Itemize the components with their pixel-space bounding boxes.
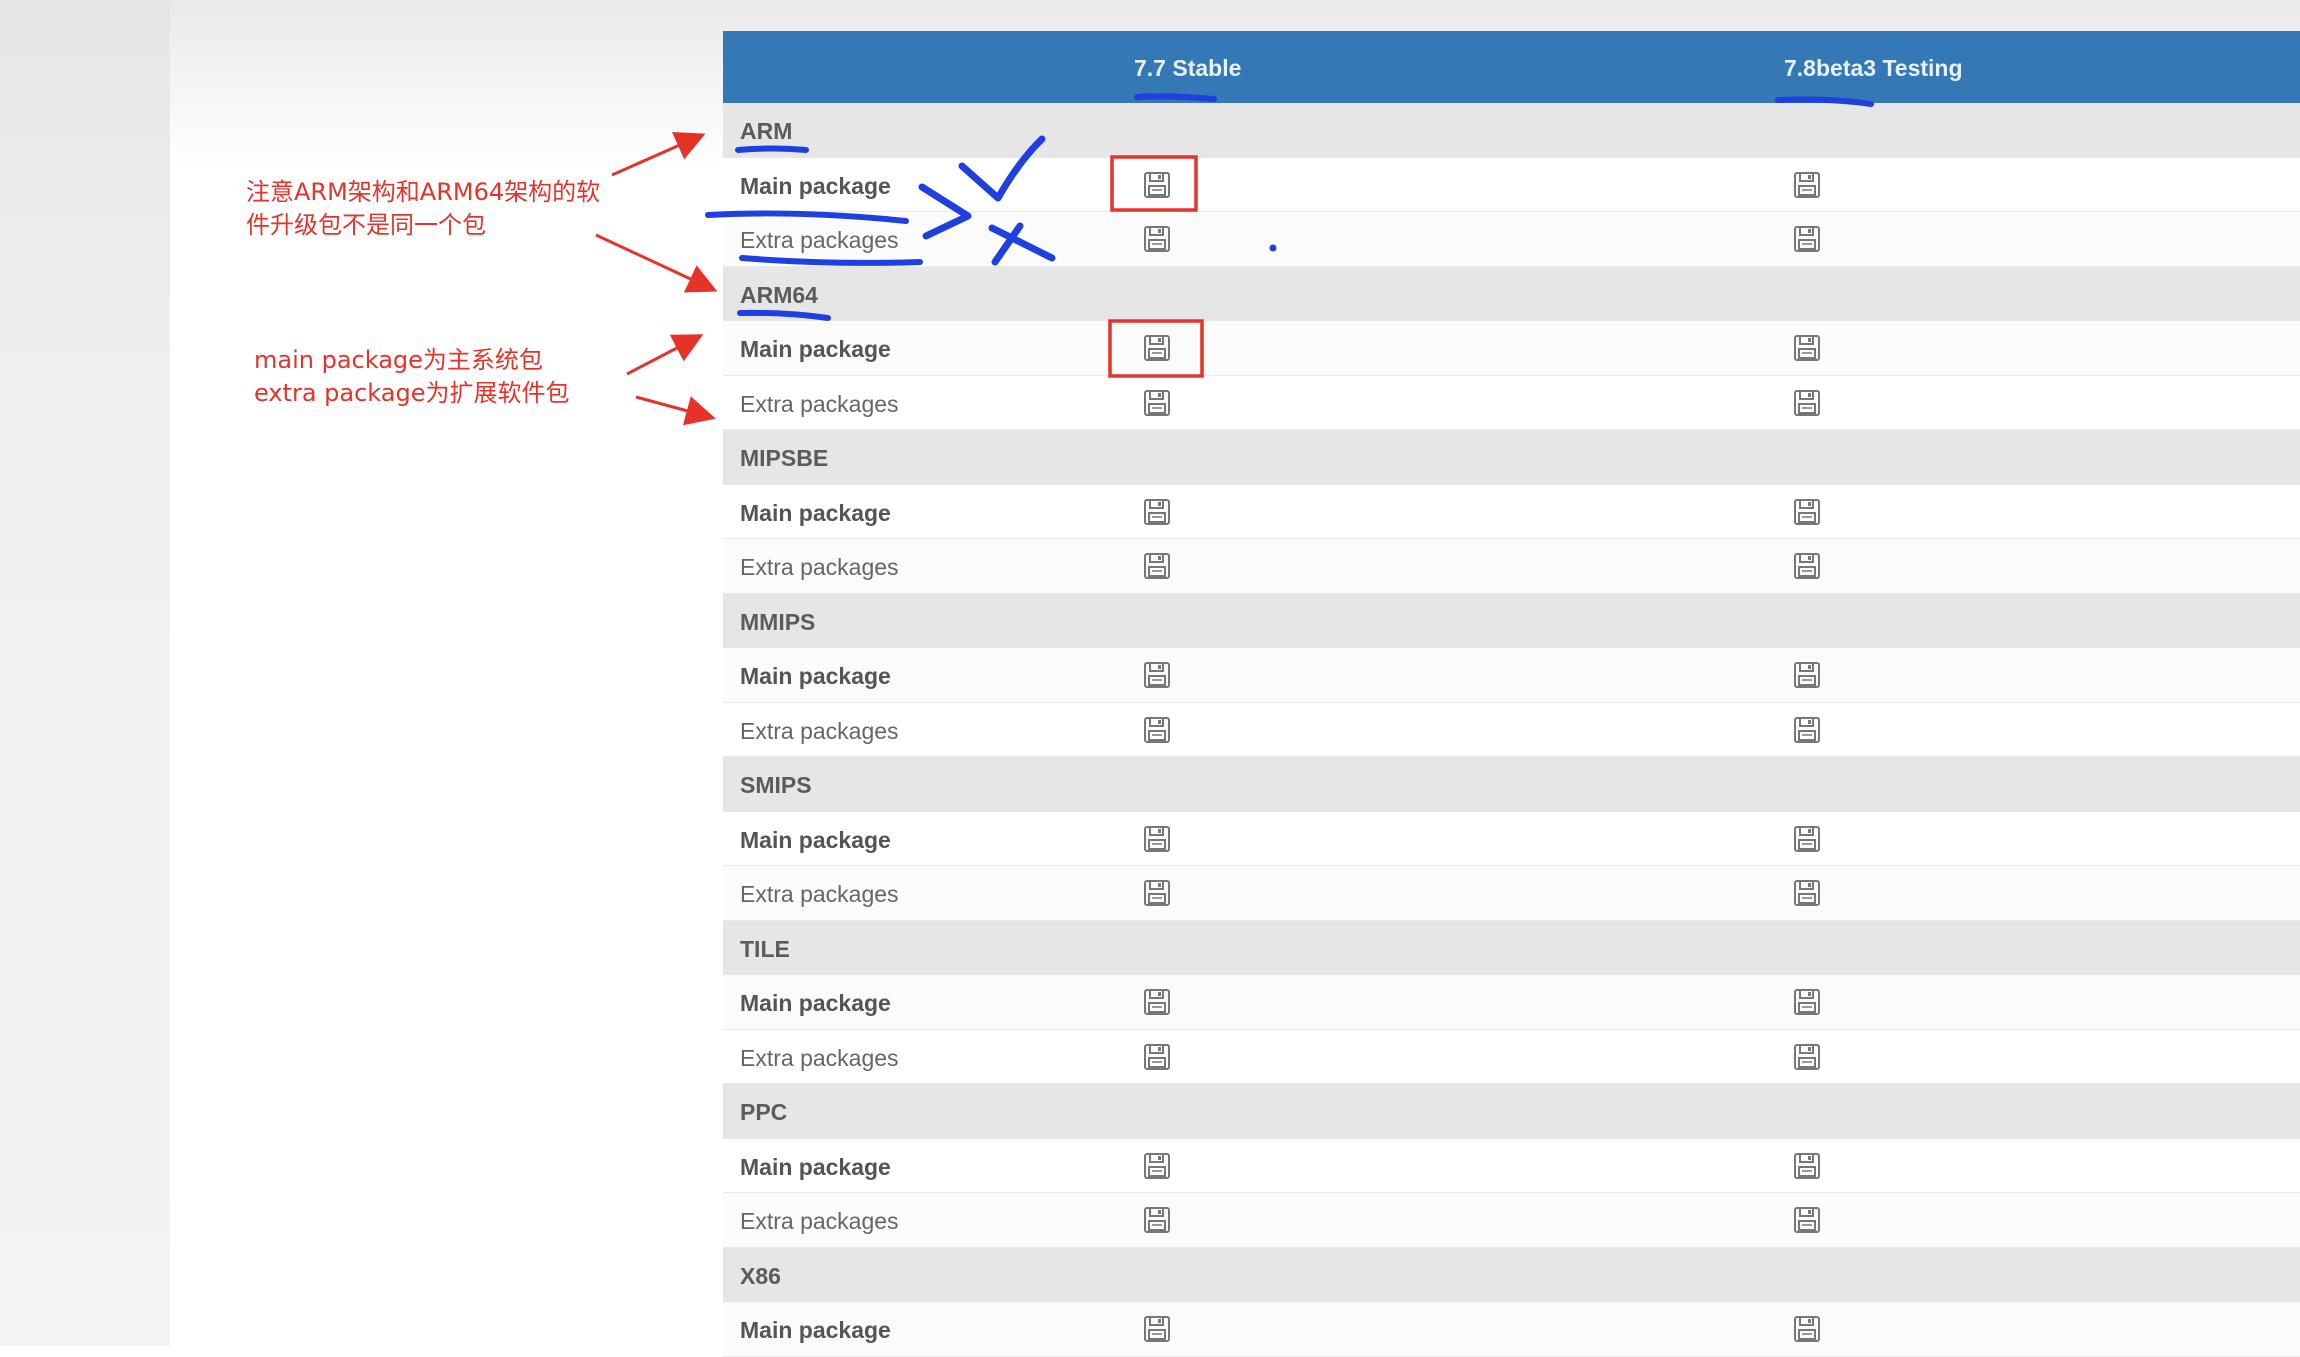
main-package-label: Main package bbox=[740, 990, 891, 1016]
testing-download-floppy-disk-icon[interactable] bbox=[1793, 225, 1821, 253]
stable-download-floppy-disk-icon[interactable] bbox=[1143, 1043, 1171, 1071]
extra-packages-label: Extra packages bbox=[740, 881, 899, 907]
extra-packages-label: Extra packages bbox=[740, 717, 899, 744]
package-row: Extra packages bbox=[723, 539, 2300, 594]
stable-download-floppy-disk-icon[interactable] bbox=[1143, 988, 1171, 1016]
stable-download-floppy-disk-icon[interactable] bbox=[1143, 1152, 1171, 1180]
table-header: 7.7 Stable 7.8beta3 Testing bbox=[723, 31, 2300, 103]
package-row: Main package bbox=[723, 157, 2300, 212]
package-row: Main package bbox=[723, 648, 2300, 703]
stable-download-floppy-disk-icon[interactable] bbox=[1143, 171, 1171, 199]
testing-download-floppy-disk-icon[interactable] bbox=[1793, 1315, 1821, 1343]
extra-packages-label: Extra packages bbox=[740, 1044, 899, 1071]
main-package-label: Main package bbox=[740, 499, 891, 526]
testing-download-floppy-disk-icon[interactable] bbox=[1793, 171, 1821, 199]
stable-download-floppy-disk-icon[interactable] bbox=[1143, 1206, 1171, 1234]
main-package-label: Main package bbox=[740, 336, 891, 362]
red-arrow-to-extra bbox=[635, 395, 716, 426]
stable-download-floppy-disk-icon[interactable] bbox=[1143, 879, 1171, 907]
arch-group-label: SMIPS bbox=[740, 772, 812, 798]
package-row: Extra packages bbox=[723, 1193, 2300, 1248]
stable-download-floppy-disk-icon[interactable] bbox=[1143, 389, 1171, 417]
package-row: Extra packages bbox=[723, 375, 2300, 430]
main-package-label: Main package bbox=[740, 1153, 891, 1180]
arch-group-label: MMIPS bbox=[740, 608, 816, 635]
main-package-label: Main package bbox=[740, 1317, 891, 1343]
stable-download-floppy-disk-icon[interactable] bbox=[1143, 498, 1171, 526]
stable-download-floppy-disk-icon[interactable] bbox=[1143, 825, 1171, 853]
stable-download-floppy-disk-icon[interactable] bbox=[1143, 1315, 1171, 1343]
stable-download-floppy-disk-icon[interactable] bbox=[1143, 716, 1171, 744]
package-row: Main package bbox=[723, 811, 2300, 866]
arch-group-label: PPC bbox=[740, 1099, 788, 1125]
package-row: Extra packages bbox=[723, 212, 2300, 267]
stable-download-floppy-disk-icon[interactable] bbox=[1143, 661, 1171, 689]
testing-download-floppy-disk-icon[interactable] bbox=[1793, 716, 1821, 744]
stable-download-floppy-disk-icon[interactable] bbox=[1143, 225, 1171, 253]
extra-packages-label: Extra packages bbox=[740, 227, 899, 253]
arch-group-label: MIPSBE bbox=[740, 445, 829, 471]
annotation-note-extra: extra package为扩展软件包 bbox=[254, 379, 570, 407]
package-row: Main package bbox=[723, 1138, 2300, 1193]
extra-packages-label: Extra packages bbox=[740, 390, 899, 417]
testing-download-floppy-disk-icon[interactable] bbox=[1793, 988, 1821, 1016]
extra-packages-label: Extra packages bbox=[740, 554, 899, 580]
main-package-label: Main package bbox=[740, 172, 891, 199]
testing-download-floppy-disk-icon[interactable] bbox=[1793, 498, 1821, 526]
package-row: Extra packages bbox=[723, 866, 2300, 921]
testing-download-floppy-disk-icon[interactable] bbox=[1793, 552, 1821, 580]
arch-group-row: TILE bbox=[723, 920, 2300, 975]
red-arrow-to-arm64 bbox=[595, 233, 718, 293]
download-table: 7.7 Stable 7.8beta3 Testing ARM Main pack… bbox=[723, 31, 2300, 1357]
stable-download-floppy-disk-icon[interactable] bbox=[1143, 334, 1171, 362]
arch-group-label: ARM64 bbox=[740, 281, 818, 308]
package-row: Main package bbox=[723, 1302, 2300, 1357]
arch-group-label: TILE bbox=[740, 935, 790, 962]
testing-download-floppy-disk-icon[interactable] bbox=[1793, 661, 1821, 689]
package-row: Main package bbox=[723, 975, 2300, 1030]
arch-group-row: SMIPS bbox=[723, 757, 2300, 812]
testing-download-floppy-disk-icon[interactable] bbox=[1793, 1152, 1821, 1180]
column-header-testing: 7.8beta3 Testing bbox=[1784, 55, 1963, 81]
arch-group-row: PPC bbox=[723, 1084, 2300, 1139]
main-package-label: Main package bbox=[740, 663, 891, 689]
table-body: ARM Main package Extra packages ARM64 Main p… bbox=[723, 103, 2300, 1357]
testing-download-floppy-disk-icon[interactable] bbox=[1793, 389, 1821, 417]
arch-group-row: ARM64 bbox=[723, 266, 2300, 321]
stable-download-floppy-disk-icon[interactable] bbox=[1143, 552, 1171, 580]
arch-group-row: X86 bbox=[723, 1247, 2300, 1302]
main-package-label: Main package bbox=[740, 826, 891, 853]
testing-download-floppy-disk-icon[interactable] bbox=[1793, 334, 1821, 362]
testing-download-floppy-disk-icon[interactable] bbox=[1793, 1043, 1821, 1071]
testing-download-floppy-disk-icon[interactable] bbox=[1793, 879, 1821, 907]
arch-group-row: ARM bbox=[723, 103, 2300, 158]
arch-group-row: MMIPS bbox=[723, 593, 2300, 648]
left-gutter bbox=[0, 0, 170, 1346]
arch-group-row: MIPSBE bbox=[723, 430, 2300, 485]
annotation-note-arch: 注意ARM架构和ARM64架构的软件升级包不是同一个包 bbox=[246, 178, 601, 239]
arch-group-label: ARM bbox=[740, 118, 793, 144]
package-row: Main package bbox=[723, 321, 2300, 376]
testing-download-floppy-disk-icon[interactable] bbox=[1793, 825, 1821, 853]
annotation-note-main: main package为主系统包 bbox=[254, 346, 543, 374]
extra-packages-label: Extra packages bbox=[740, 1208, 899, 1234]
column-header-stable: 7.7 Stable bbox=[1134, 55, 1242, 81]
package-row: Extra packages bbox=[723, 702, 2300, 757]
package-row: Main package bbox=[723, 484, 2300, 539]
package-row: Extra packages bbox=[723, 1029, 2300, 1084]
red-arrow-to-main bbox=[626, 334, 704, 376]
testing-download-floppy-disk-icon[interactable] bbox=[1793, 1206, 1821, 1234]
arch-group-label: X86 bbox=[740, 1262, 781, 1289]
